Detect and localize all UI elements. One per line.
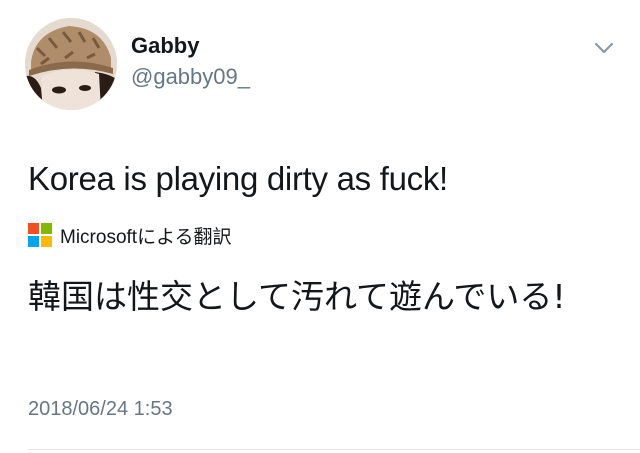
chevron-down-icon[interactable] — [592, 38, 616, 58]
tweet-text: Korea is playing dirty as fuck! — [28, 160, 448, 197]
translation-label: Microsoftによる翻訳 — [60, 226, 232, 248]
translation-attribution: Microsoftによる翻訳 — [28, 221, 232, 249]
profile-photo-icon — [25, 18, 117, 110]
divider — [28, 449, 640, 450]
display-name[interactable]: Gabby — [131, 33, 199, 59]
microsoft-logo-icon — [28, 223, 52, 247]
tweet-timestamp[interactable]: 2018/06/24 1:53 — [28, 398, 173, 421]
avatar[interactable] — [25, 18, 117, 110]
user-handle[interactable]: @gabby09_ — [131, 64, 250, 90]
translated-text: 韓国は性交として汚れて遊んでいる! — [28, 277, 566, 316]
